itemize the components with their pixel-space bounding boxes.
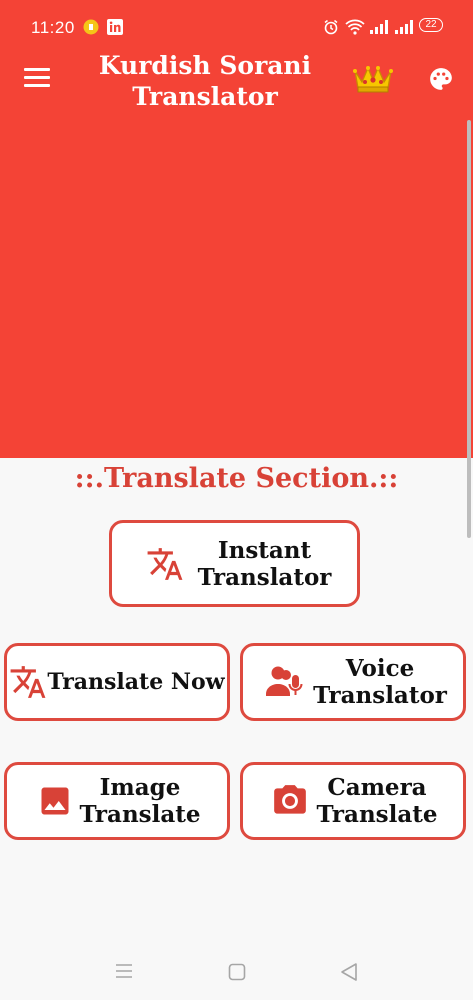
crown-icon[interactable] (353, 62, 393, 98)
app-title: Kurdish Sorani Translator (98, 51, 312, 111)
voice-translator-button[interactable]: Voice Translator (240, 643, 466, 721)
home-icon[interactable] (228, 963, 246, 985)
instant-translator-button[interactable]: Instant Translator (109, 520, 360, 607)
status-time: 11:20 (31, 18, 75, 37)
section-title: ::.Translate Section.:: (74, 463, 399, 494)
battery-level: 22 (425, 19, 437, 30)
instant-translator-label: Instant Translator (197, 536, 332, 591)
alarm-icon (323, 19, 339, 40)
camera-translate-label: Camera Translate (316, 774, 438, 828)
recent-apps-icon[interactable] (115, 963, 133, 983)
hamburger-menu-icon[interactable] (24, 68, 50, 90)
back-icon[interactable] (340, 962, 358, 986)
translate-now-label: Translate Now (47, 668, 225, 695)
translate-icon (9, 663, 47, 701)
battery-icon: 22 (419, 18, 443, 32)
image-icon (37, 783, 73, 819)
translate-icon (146, 545, 184, 583)
camera-icon (271, 782, 309, 820)
status-bar: 11:20 22 (0, 0, 473, 50)
image-translate-button[interactable]: Image Translate (4, 762, 230, 840)
translate-now-button[interactable]: Translate Now (4, 643, 230, 721)
linkedin-icon (107, 19, 123, 40)
app-header: Kurdish Sorani Translator (0, 50, 473, 458)
image-translate-label: Image Translate (79, 774, 201, 828)
palette-icon[interactable] (428, 66, 454, 96)
signal-icon-2 (394, 19, 414, 40)
wifi-icon (345, 19, 365, 40)
system-nav-bar (0, 942, 473, 1000)
notification-coin-icon (83, 19, 99, 40)
signal-icon (369, 19, 389, 40)
voice-translator-label: Voice Translator (313, 655, 447, 709)
camera-translate-button[interactable]: Camera Translate (240, 762, 466, 840)
record-voice-icon (265, 664, 305, 700)
